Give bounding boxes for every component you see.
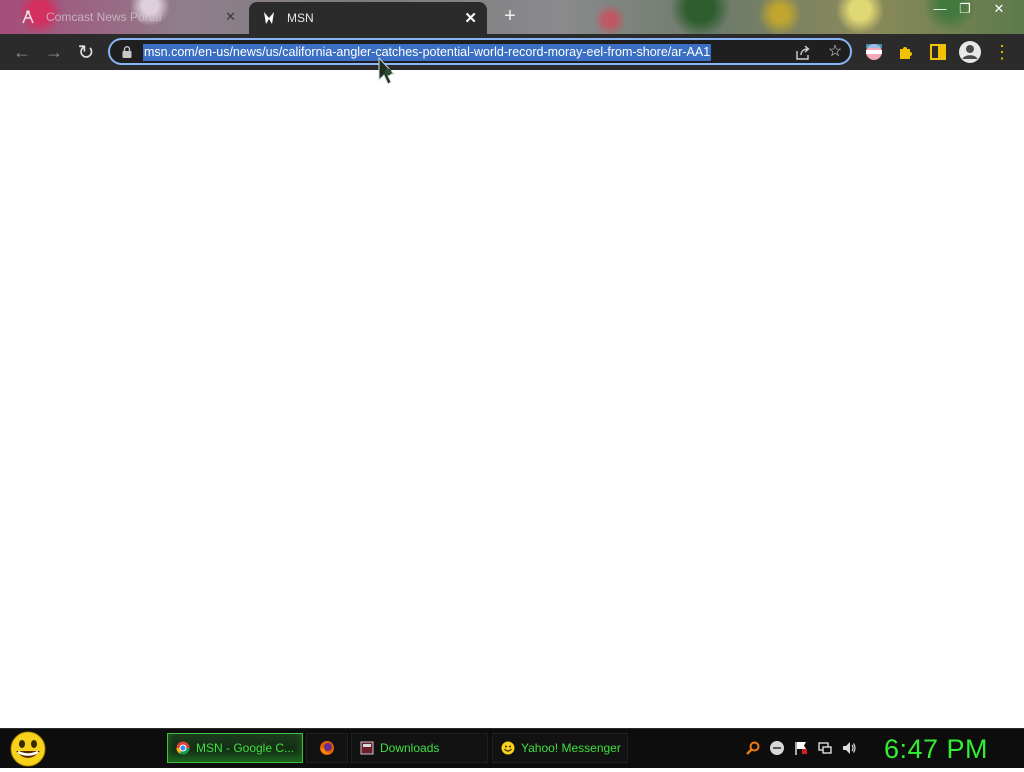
taskbar-item-label: MSN - Google C... — [196, 741, 295, 755]
search-tray-icon[interactable] — [745, 740, 761, 756]
tab-strip: Comcast News Portal ✕ MSN ✕ + — ❐ ✕ — [0, 0, 1024, 34]
reload-button[interactable]: ↻ — [74, 40, 98, 64]
browser-toolbar: ← → ↻ msn.com/en-us/news/us/california-a… — [0, 34, 1024, 70]
messenger-tray-icon[interactable] — [769, 740, 785, 756]
tab-close-icon[interactable]: ✕ — [464, 9, 477, 27]
taskbar-item-downloads[interactable]: Downloads — [351, 733, 488, 763]
taskbar-item-label: Downloads — [380, 741, 440, 755]
comcast-icon — [20, 9, 36, 25]
forward-button[interactable]: → — [42, 40, 66, 64]
yahoo-messenger-icon — [501, 741, 515, 755]
msn-butterfly-icon — [261, 10, 277, 26]
url-input[interactable]: msn.com/en-us/news/us/california-angler-… — [143, 44, 712, 61]
address-bar[interactable]: msn.com/en-us/news/us/california-angler-… — [108, 38, 852, 65]
downloads-icon — [360, 741, 374, 755]
taskbar-item-chrome[interactable]: MSN - Google C... — [167, 733, 303, 763]
kebab-menu-icon[interactable]: ⋮ — [992, 42, 1012, 62]
taskbar: MSN - Google C... Downloads Yahoo! Messe… — [0, 728, 1024, 768]
chrome-icon — [176, 741, 190, 755]
side-panel-icon[interactable] — [928, 42, 948, 62]
flag-extension-icon[interactable] — [864, 42, 884, 62]
tab-msn[interactable]: MSN ✕ — [249, 2, 487, 34]
firefox-icon — [320, 741, 334, 755]
flag-tray-icon[interactable] — [793, 740, 809, 756]
taskbar-item-yahoo-messenger[interactable]: Yahoo! Messenger — [492, 733, 628, 763]
share-icon[interactable] — [794, 44, 812, 62]
volume-tray-icon[interactable] — [841, 740, 857, 756]
tab-close-icon[interactable]: ✕ — [225, 9, 236, 25]
close-window-button[interactable]: ✕ — [987, 1, 1011, 17]
forward-arrow-icon: → — [45, 41, 63, 62]
back-arrow-icon: ← — [13, 41, 31, 62]
taskbar-item-label: Yahoo! Messenger — [521, 741, 621, 755]
taskbar-item-firefox[interactable] — [306, 733, 348, 763]
profile-avatar-icon[interactable] — [958, 40, 982, 64]
puzzle-extensions-icon[interactable] — [896, 42, 916, 62]
smiley-start-icon — [10, 731, 46, 767]
mouse-cursor-icon — [378, 56, 396, 85]
start-button[interactable] — [8, 731, 48, 767]
minimize-button[interactable]: — — [928, 1, 952, 17]
lock-icon[interactable] — [120, 45, 134, 59]
tab-title: MSN — [287, 11, 314, 25]
network-tray-icon[interactable] — [817, 740, 833, 756]
maximize-button[interactable]: ❐ — [953, 1, 977, 17]
new-tab-button[interactable]: + — [498, 5, 522, 29]
tab-comcast-news-portal[interactable]: Comcast News Portal ✕ — [8, 0, 248, 34]
web-page-content — [0, 70, 1024, 728]
tab-title: Comcast News Portal — [46, 10, 162, 24]
bookmark-star-icon[interactable]: ☆ — [826, 43, 844, 61]
taskbar-clock[interactable]: 6:47 PM — [884, 731, 1020, 767]
reload-icon: ↻ — [77, 41, 95, 64]
back-button[interactable]: ← — [10, 40, 34, 64]
